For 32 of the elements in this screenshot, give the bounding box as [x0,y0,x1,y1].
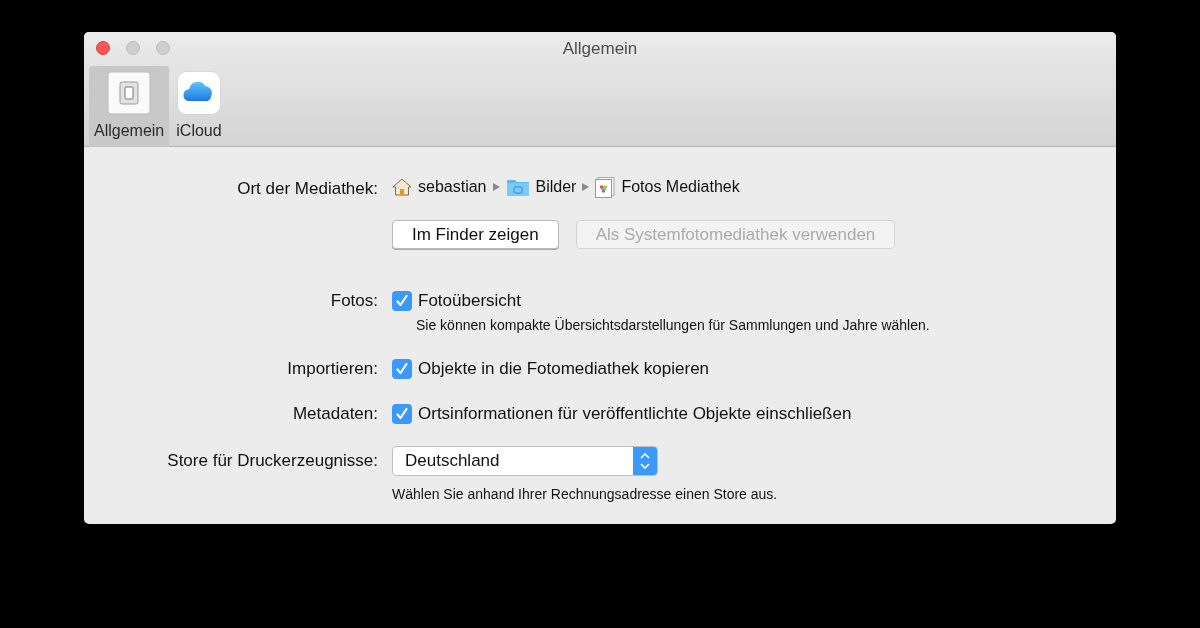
checkbox[interactable] [392,359,412,379]
path-item[interactable]: Bilder [535,178,577,196]
action-button[interactable]: Im Finder zeigen [392,220,559,249]
checkbox-label: Objekte in die Fotomediathek kopieren [418,359,710,379]
path-item[interactable]: sebastian [418,178,487,196]
triangle-icon [582,183,590,191]
zoom-button[interactable] [156,41,170,55]
checkbox[interactable] [392,291,412,311]
country-dropdown[interactable]: Deutschland [392,446,658,476]
field-label: Fotos: [330,291,378,311]
field-label: Store für Druckerzeugnisse: [167,451,378,471]
minimize-button[interactable] [126,41,140,55]
folder-icon [505,177,530,197]
triangle-icon [492,183,500,191]
hint-text: Wählen Sie anhand Ihrer Rechnungsadresse einen Store aus. [392,486,779,502]
field-label: Metadaten: [292,404,378,424]
field-label: Ort der Mediathek: [237,179,378,199]
stepper-icon [633,447,657,475]
photos-icon [595,176,616,198]
field-label: Importieren: [287,359,378,379]
checkbox-label: Fotoübersicht [418,291,521,311]
cloud-icon [176,71,221,115]
switch-icon [107,71,152,115]
checkbox-label: Ortsinformationen für veröffentlichte Objekte einschließen [418,404,852,424]
home-icon [392,178,412,196]
window-title: Allgemein [562,39,638,59]
hint-text: Sie können kompakte Übersichtsdarstellungen für Sammlungen und Jahre wählen. [416,317,931,333]
toolbar-tab[interactable]: Allgemein [89,66,170,147]
close-button[interactable] [96,41,110,55]
checkbox[interactable] [392,404,412,424]
toolbar-tab[interactable]: iCloud [171,66,227,147]
path-item[interactable]: Fotos Mediathek [621,178,740,196]
